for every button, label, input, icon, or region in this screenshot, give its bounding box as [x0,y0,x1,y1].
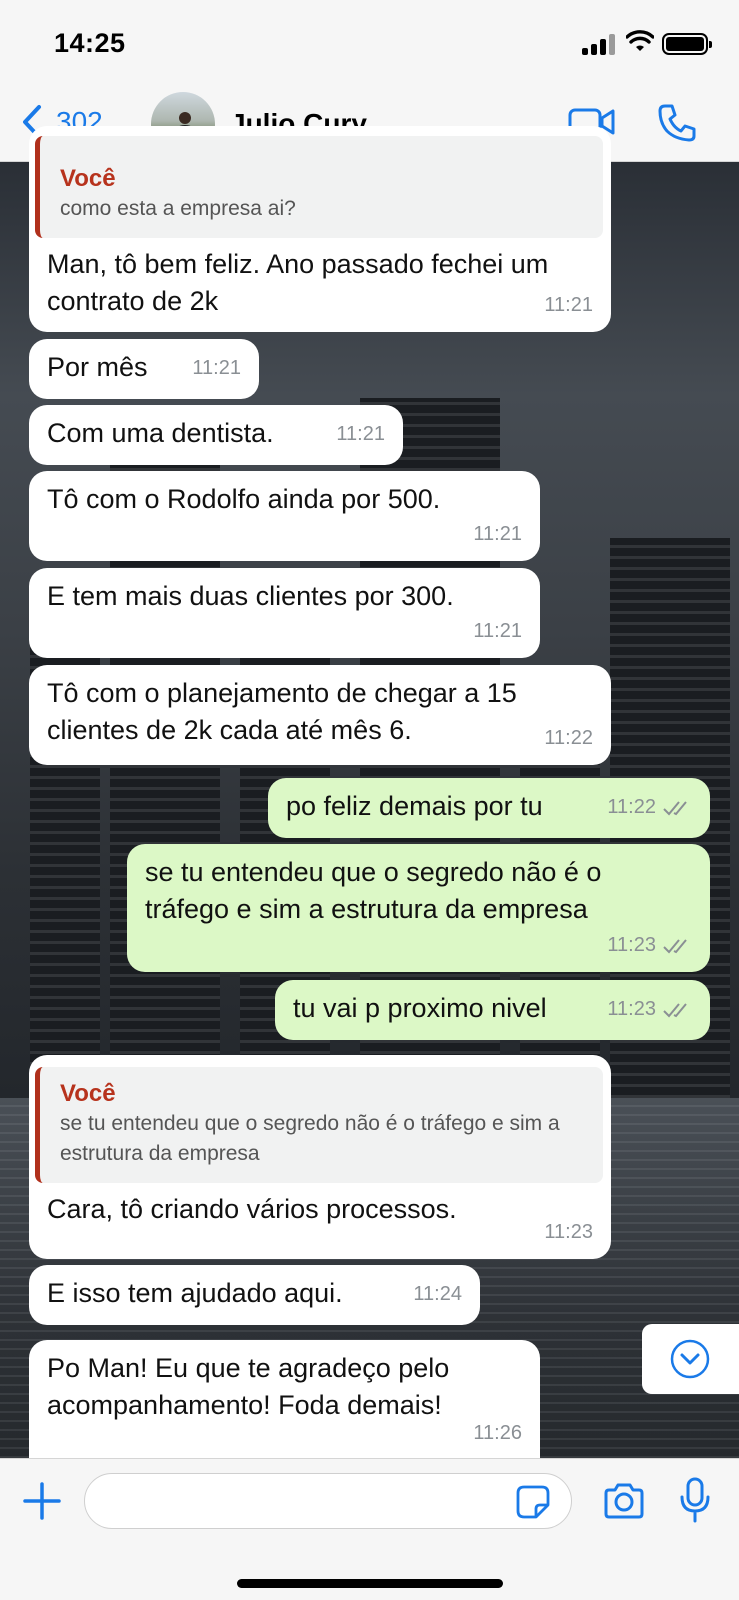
message-text: Cara, tô criando vários processos. [47,1194,457,1224]
message-time: 11:26 [473,1422,522,1444]
message-time: 11:21 [473,523,522,545]
message-time: 11:21 [192,357,241,379]
message-time: 11:21 [336,423,385,445]
message-time: 11:21 [473,620,522,642]
microphone-button[interactable] [680,1477,710,1523]
attach-button[interactable] [22,1481,62,1521]
chevron-down-circle-icon [670,1339,710,1379]
message-text: Po Man! Eu que te agradeço pelo acompanh… [47,1353,450,1420]
message-bubble-incoming[interactable]: Tô com o planejamento de chegar a 15 cli… [29,665,611,765]
quoted-message[interactable]: Você como esta a empresa ai? [35,136,603,238]
read-receipt-icon [663,938,687,953]
message-time: 11:21 [544,294,593,316]
message-text: E isso tem ajudado aqui. [47,1278,343,1308]
message-bubble-incoming[interactable]: E isso tem ajudado aqui. 11:24 [29,1265,480,1325]
message-time: 11:23 [607,927,692,964]
quoted-message[interactable]: Você se tu entendeu que o segredo não é … [35,1067,603,1183]
quote-text: como esta a empresa ai? [60,197,296,220]
message-bubble-incoming[interactable]: Por mês 11:21 [29,339,259,399]
message-text: se tu entendeu que o segredo não é o trá… [145,857,602,924]
message-time: 11:23 [607,991,692,1028]
read-receipt-icon [663,800,687,815]
message-time: 11:24 [413,1283,462,1305]
message-bubble-incoming[interactable]: Com uma dentista. 11:21 [29,405,403,465]
camera-button[interactable] [602,1481,646,1521]
message-bubble-outgoing[interactable]: tu vai p proximo nivel 11:23 [275,980,710,1040]
message-bubble-outgoing[interactable]: po feliz demais por tu 11:22 [268,778,710,838]
message-bubble-incoming[interactable]: Você se tu entendeu que o segredo não é … [29,1055,611,1259]
quote-author: Você [60,165,116,192]
battery-icon [662,33,712,55]
scroll-to-bottom-button[interactable] [642,1324,739,1394]
message-text: Tô com o Rodolfo ainda por 500. [47,484,441,514]
quote-text: se tu entendeu que o segredo não é o trá… [60,1112,560,1165]
cellular-signal-icon [582,33,620,55]
message-bubble-incoming[interactable]: E tem mais duas clientes por 300. 11:21 [29,568,540,658]
message-text: Tô com o planejamento de chegar a 15 cli… [47,678,517,745]
message-text: Com uma dentista. [47,418,274,448]
message-time: 11:22 [544,727,593,749]
message-text: Man, tô bem feliz. Ano passado fechei um… [47,249,549,316]
quote-author: Você [60,1080,116,1107]
message-time: 11:22 [607,789,692,826]
message-bubble-incoming[interactable]: Tô com o Rodolfo ainda por 500. 11:21 [29,471,540,561]
sticker-button[interactable] [516,1485,550,1519]
status-bar: 14:25 [0,0,739,88]
read-receipt-icon [663,1002,687,1017]
message-bubble-incoming[interactable]: Você como esta a empresa ai? Man, tô bem… [29,126,611,332]
message-bubble-outgoing[interactable]: se tu entendeu que o segredo não é o trá… [127,844,710,972]
compose-bar [0,1458,739,1600]
home-indicator [237,1579,503,1588]
wifi-icon [626,30,654,51]
message-bubble-incoming[interactable]: Po Man! Eu que te agradeço pelo acompanh… [29,1340,540,1458]
message-text: E tem mais duas clientes por 300. [47,581,454,611]
message-time: 11:23 [544,1221,593,1243]
message-input[interactable] [84,1473,572,1529]
status-time: 14:25 [54,28,126,58]
voice-call-button[interactable] [656,102,698,144]
